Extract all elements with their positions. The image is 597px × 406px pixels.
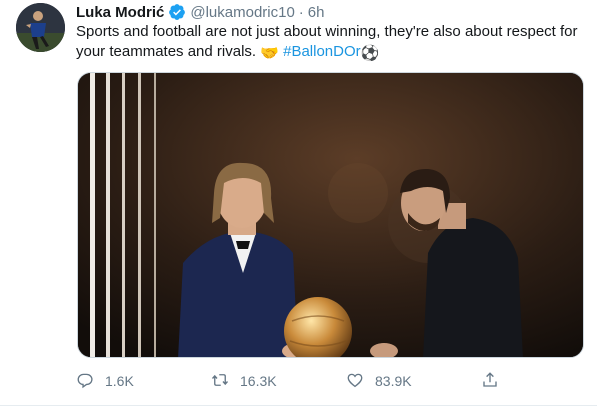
ball-emoji: ⚽ <box>360 45 380 62</box>
like-button[interactable]: 83.9K <box>346 366 412 396</box>
retweet-count: 16.3K <box>240 373 277 389</box>
like-count: 83.9K <box>375 373 412 389</box>
retweet-button[interactable]: 16.3K <box>211 366 277 396</box>
reply-icon <box>76 371 94 392</box>
handshake-emoji: 🤝 <box>260 45 279 62</box>
tweet-header: Luka Modrić @lukamodric10 · 6h <box>76 2 324 22</box>
share-icon <box>481 371 499 392</box>
retweet-icon <box>211 371 229 392</box>
reply-count: 1.6K <box>105 373 134 389</box>
tweet-photo[interactable] <box>77 72 584 358</box>
hashtag-link[interactable]: #BallonDOr <box>283 43 361 60</box>
reply-button[interactable]: 1.6K <box>76 366 134 396</box>
author-name[interactable]: Luka Modrić <box>76 4 164 21</box>
timestamp[interactable]: 6h <box>308 4 325 21</box>
share-button[interactable] <box>481 366 499 396</box>
separator-dot: · <box>298 3 304 21</box>
author-handle[interactable]: @lukamodric10 <box>190 4 294 21</box>
avatar[interactable] <box>16 3 65 52</box>
tweet-card[interactable]: Luka Modrić @lukamodric10 · 6h Sports an… <box>0 0 597 406</box>
tweet-actions: 1.6K 16.3K 83.9K <box>76 366 506 396</box>
heart-icon <box>346 371 364 392</box>
verified-badge-icon <box>168 3 186 21</box>
tweet-text: Sports and football are not just about w… <box>76 22 591 64</box>
